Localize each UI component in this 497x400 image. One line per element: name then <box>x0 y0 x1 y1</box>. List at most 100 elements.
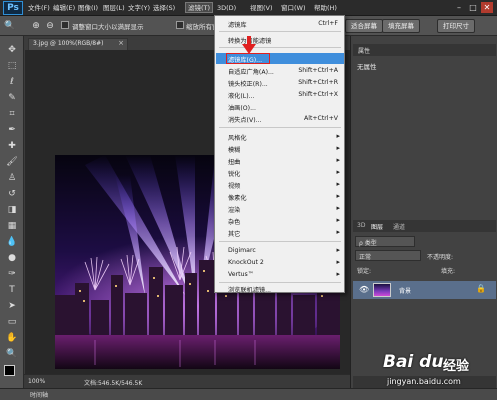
menu-item-blur[interactable]: 模糊 ▸ <box>216 143 344 154</box>
menu-item-lens-correction[interactable]: 镜头校正(R)... Shift+Ctrl+R <box>216 77 344 88</box>
zoom-out-icon[interactable]: ⊖ <box>44 20 56 32</box>
highlight-outline <box>226 53 270 64</box>
visibility-eye-icon[interactable]: 👁 <box>359 285 369 294</box>
close-document-icon[interactable]: × <box>118 39 124 47</box>
submenu-arrow-icon: ▸ <box>336 258 340 266</box>
menu-item-vertus[interactable]: Vertus™ ▸ <box>216 269 344 280</box>
menu-edit[interactable]: 编辑(E) <box>53 3 75 14</box>
watermark-url: jingyan.baidu.com <box>387 377 461 386</box>
dodge-tool-icon[interactable]: ● <box>5 252 19 264</box>
menu-item-digimarc[interactable]: Digimarc ▸ <box>216 245 344 256</box>
quick-select-tool-icon[interactable]: ✎ <box>5 92 19 104</box>
menu-type[interactable]: 文字(Y) <box>128 3 150 14</box>
menu-item-liquify[interactable]: 液化(L)... Shift+Ctrl+X <box>216 89 344 100</box>
menu-separator <box>219 31 341 32</box>
opacity-label: 不透明度: <box>427 254 454 261</box>
document-size-info: 文档:546.5K/546.5K <box>84 380 143 387</box>
tools-panel: ✥ ⬚ ℓ ✎ ⌗ ✒ ✚ 🖌 ♙ ↺ ◨ ▦ 💧 ● ✑ T ➤ ▭ ✋ 🔍 <box>0 36 24 388</box>
menu-item-convert-smart-filter[interactable]: 转换为智能滤镜 <box>216 34 344 45</box>
menu-item-knockout[interactable]: KnockOut 2 ▸ <box>216 257 344 268</box>
status-bar: 100% 文档:546.5K/546.5K <box>24 374 350 388</box>
pen-tool-icon[interactable]: ✑ <box>5 268 19 280</box>
timeline-label: 时间轴 <box>30 392 49 399</box>
history-brush-icon[interactable]: ↺ <box>5 188 19 200</box>
submenu-arrow-icon: ▸ <box>336 270 340 278</box>
clone-stamp-icon[interactable]: ♙ <box>5 172 19 184</box>
zoom-in-icon[interactable]: ⊕ <box>30 20 42 32</box>
menu-item-browse-online-filters[interactable]: 浏览联机滤镜... <box>216 283 344 294</box>
crop-tool-icon[interactable]: ⌗ <box>5 108 19 120</box>
fit-screen-button[interactable]: 适合屏幕 <box>345 19 383 33</box>
menu-help[interactable]: 帮助(H) <box>314 3 337 14</box>
menu-item-filter-gallery-last[interactable]: 滤镜库 Ctrl+F <box>216 18 344 29</box>
properties-title: 属性 <box>358 48 371 55</box>
zoom-all-checkbox[interactable] <box>176 21 184 29</box>
marquee-tool-icon[interactable]: ⬚ <box>5 60 19 72</box>
fill-screen-button[interactable]: 填充屏幕 <box>382 19 420 33</box>
eyedropper-tool-icon[interactable]: ✒ <box>5 124 19 136</box>
menu-item-oil-paint[interactable]: 油画(O)... <box>216 101 344 112</box>
menu-window[interactable]: 窗口(W) <box>281 3 306 14</box>
menu-separator <box>219 47 341 48</box>
watermark-product: 经验 <box>443 359 470 374</box>
menu-file[interactable]: 文件(F) <box>28 3 50 14</box>
tab-3d[interactable]: 3D <box>357 222 365 229</box>
submenu-arrow-icon: ▸ <box>336 180 340 188</box>
brush-tool-icon[interactable]: 🖌 <box>5 156 19 168</box>
properties-panel-header[interactable]: 属性 <box>353 44 496 56</box>
menu-3d[interactable]: 3D(D) <box>217 3 236 14</box>
baidu-jingyan-watermark: Bai du 经验 jingyan.baidu.com <box>383 352 493 398</box>
menu-item-vanishing-point[interactable]: 消失点(V)... Alt+Ctrl+V <box>216 113 344 124</box>
menu-item-adaptive-wide-angle[interactable]: 自适应广角(A)... Shift+Ctrl+A <box>216 65 344 76</box>
menu-view[interactable]: 视图(V) <box>250 3 273 14</box>
menu-item-render[interactable]: 渲染 ▸ <box>216 203 344 214</box>
zoom-tool-icon[interactable]: 🔍 <box>4 20 16 32</box>
submenu-arrow-icon: ▸ <box>336 246 340 254</box>
type-tool-icon[interactable]: T <box>5 284 19 296</box>
hand-tool-icon[interactable]: ✋ <box>5 332 19 344</box>
gradient-tool-icon[interactable]: ▦ <box>5 220 19 232</box>
layer-row-background[interactable]: 👁 背景 🔒 <box>353 281 496 299</box>
minimize-button[interactable]: – <box>453 2 465 13</box>
menu-item-video[interactable]: 视频 ▸ <box>216 179 344 190</box>
menu-item-stylize[interactable]: 风格化 ▸ <box>216 131 344 142</box>
right-panel-dock: 属性 无属性 3D 图层 通道 ρ 类型 正常 不透明度: 锁定: 填充: 👁 … <box>350 36 497 388</box>
layer-name: 背景 <box>399 288 412 295</box>
red-arrow-pointer-icon <box>242 36 256 54</box>
menu-filter[interactable]: 滤镜(T) <box>185 2 214 13</box>
menu-image[interactable]: 图像(I) <box>78 3 98 14</box>
menu-item-distort[interactable]: 扭曲 ▸ <box>216 155 344 166</box>
blend-mode-select[interactable]: 正常 <box>355 250 421 261</box>
maximize-button[interactable]: □ <box>467 2 479 13</box>
healing-brush-icon[interactable]: ✚ <box>5 140 19 152</box>
eraser-tool-icon[interactable]: ◨ <box>5 204 19 216</box>
fit-window-checkbox[interactable] <box>61 21 69 29</box>
menu-select[interactable]: 选择(S) <box>153 3 175 14</box>
menu-item-pixelate[interactable]: 像素化 ▸ <box>216 191 344 202</box>
rectangle-tool-icon[interactable]: ▭ <box>5 316 19 328</box>
tab-channels[interactable]: 通道 <box>393 222 405 231</box>
properties-empty-text: 无属性 <box>357 63 377 71</box>
layer-thumbnail <box>373 283 391 297</box>
submenu-arrow-icon: ▸ <box>336 204 340 212</box>
watermark-brand: Bai du <box>383 352 444 372</box>
document-tab[interactable]: 3.jpg @ 100%(RGB/8#) × <box>28 38 128 50</box>
menu-layer[interactable]: 图层(L) <box>103 3 125 14</box>
layer-kind-filter[interactable]: ρ 类型 <box>355 236 415 247</box>
tab-layers[interactable]: 图层 <box>371 222 383 231</box>
close-window-button[interactable]: ✕ <box>481 2 493 13</box>
foreground-color-swatch[interactable] <box>4 365 15 376</box>
blur-tool-icon[interactable]: 💧 <box>5 236 19 248</box>
move-tool-icon[interactable]: ✥ <box>5 44 19 56</box>
path-select-tool-icon[interactable]: ➤ <box>5 300 19 312</box>
zoom-tool-sidebar-icon[interactable]: 🔍 <box>5 348 19 360</box>
print-size-button[interactable]: 打印尺寸 <box>437 19 475 33</box>
lasso-tool-icon[interactable]: ℓ <box>5 76 19 88</box>
menu-item-sharpen[interactable]: 锐化 ▸ <box>216 167 344 178</box>
zoom-level[interactable]: 100% <box>28 378 45 385</box>
menu-item-noise[interactable]: 杂色 ▸ <box>216 215 344 226</box>
photoshop-logo: Ps <box>3 1 23 15</box>
menu-item-filter-gallery[interactable]: 滤镜库(G)... <box>216 53 344 64</box>
layers-panel-tabs: 3D 图层 通道 <box>353 220 496 232</box>
menu-item-other[interactable]: 其它 ▸ <box>216 227 344 238</box>
